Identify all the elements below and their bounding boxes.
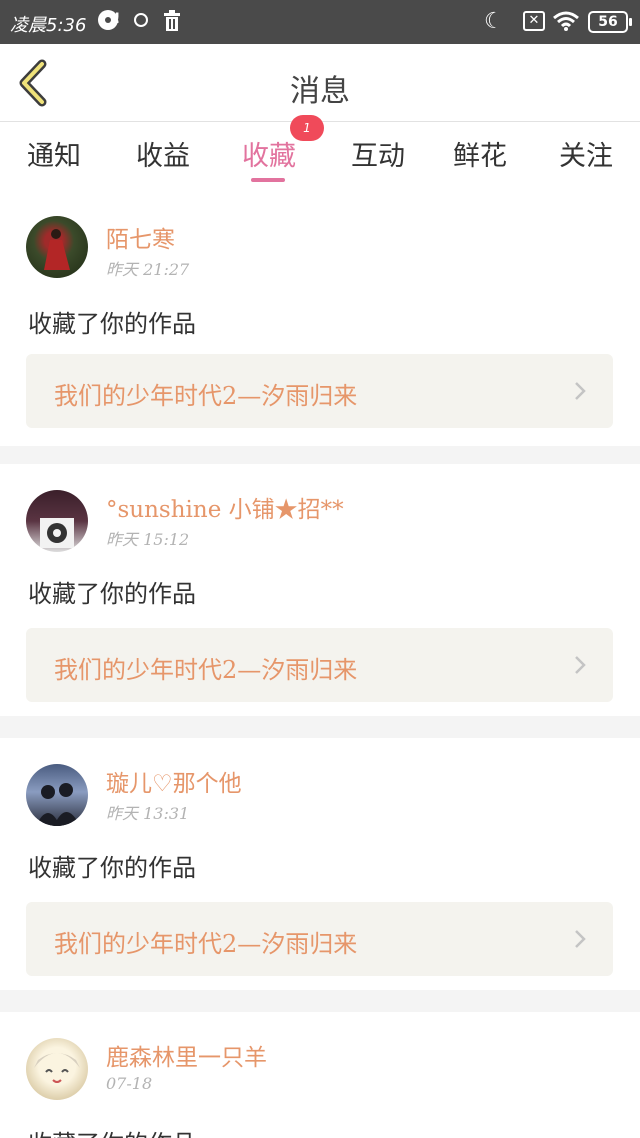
message-item: °sunshine 小铺★招** 昨天 15:12 收藏了你的作品 我们的少年时…: [0, 464, 640, 716]
sim-icon: ✕: [523, 11, 545, 31]
tab-bar: 通知 收益 收藏 互动 鲜花 关注 1: [0, 115, 640, 194]
avatar[interactable]: [26, 490, 88, 552]
status-time: 凌晨5:36: [10, 15, 87, 36]
unread-badge: 1: [290, 115, 324, 141]
timestamp: 昨天 15:12: [106, 530, 190, 549]
message-item: 璇儿♡那个他 昨天 13:31 收藏了你的作品 我们的少年时代2—汐雨归来: [0, 738, 640, 990]
message-item: 陌七寒 昨天 21:27 收藏了你的作品 我们的少年时代2—汐雨归来: [0, 194, 640, 446]
status-bar: 凌晨5:36 ! ☾ ✕ 56: [0, 0, 640, 44]
active-tab-indicator: [251, 178, 285, 182]
timestamp: 07-18: [106, 1074, 153, 1093]
action-text: 收藏了你的作品: [28, 310, 196, 338]
username[interactable]: 鹿森林里一只羊: [106, 1038, 267, 1072]
tab-interactions[interactable]: 互动: [346, 134, 410, 184]
username[interactable]: °sunshine 小铺★招**: [106, 490, 344, 524]
timestamp: 昨天 13:31: [106, 804, 190, 823]
page-title: 消息: [290, 74, 350, 109]
action-text: 收藏了你的作品: [28, 1124, 196, 1138]
nav-bar: 消息: [0, 44, 640, 122]
tab-earnings[interactable]: 收益: [131, 134, 195, 184]
battery-icon: 56: [588, 11, 632, 33]
avatar-anime-icon: [34, 1053, 80, 1083]
avatar[interactable]: [26, 1038, 88, 1100]
tab-follows[interactable]: 关注: [554, 134, 618, 184]
avatar-flower-icon: [40, 518, 74, 548]
work-link[interactable]: 我们的少年时代2—汐雨归来: [26, 902, 613, 976]
message-item: 鹿森林里一只羊 07-18 收藏了你的作品: [0, 1012, 640, 1138]
work-title: 我们的少年时代2—汐雨归来: [54, 656, 358, 684]
wifi-icon: [553, 11, 579, 31]
trash-icon: [164, 10, 180, 31]
avatar-couple-icon: [36, 783, 80, 826]
avatar[interactable]: [26, 216, 88, 278]
action-text: 收藏了你的作品: [28, 580, 196, 608]
tab-flowers[interactable]: 鲜花: [448, 134, 512, 184]
tab-notifications[interactable]: 通知: [22, 134, 86, 184]
face-icon: [134, 13, 148, 27]
action-text: 收藏了你的作品: [28, 854, 196, 882]
avatar[interactable]: [26, 764, 88, 826]
chevron-right-icon: [575, 656, 586, 674]
chevron-right-icon: [575, 930, 586, 948]
avatar-figure-icon: [44, 229, 70, 270]
tab-favorites[interactable]: 收藏: [237, 134, 301, 184]
username[interactable]: 璇儿♡那个他: [106, 764, 242, 798]
work-link[interactable]: 我们的少年时代2—汐雨归来: [26, 354, 613, 428]
chevron-right-icon: [575, 382, 586, 400]
work-link[interactable]: 我们的少年时代2—汐雨归来: [26, 628, 613, 702]
alert-icon: !: [114, 11, 121, 27]
moon-icon: ☾: [484, 9, 504, 34]
work-title: 我们的少年时代2—汐雨归来: [54, 930, 358, 958]
timestamp: 昨天 21:27: [106, 260, 190, 279]
username[interactable]: 陌七寒: [106, 220, 175, 254]
work-title: 我们的少年时代2—汐雨归来: [54, 382, 358, 410]
